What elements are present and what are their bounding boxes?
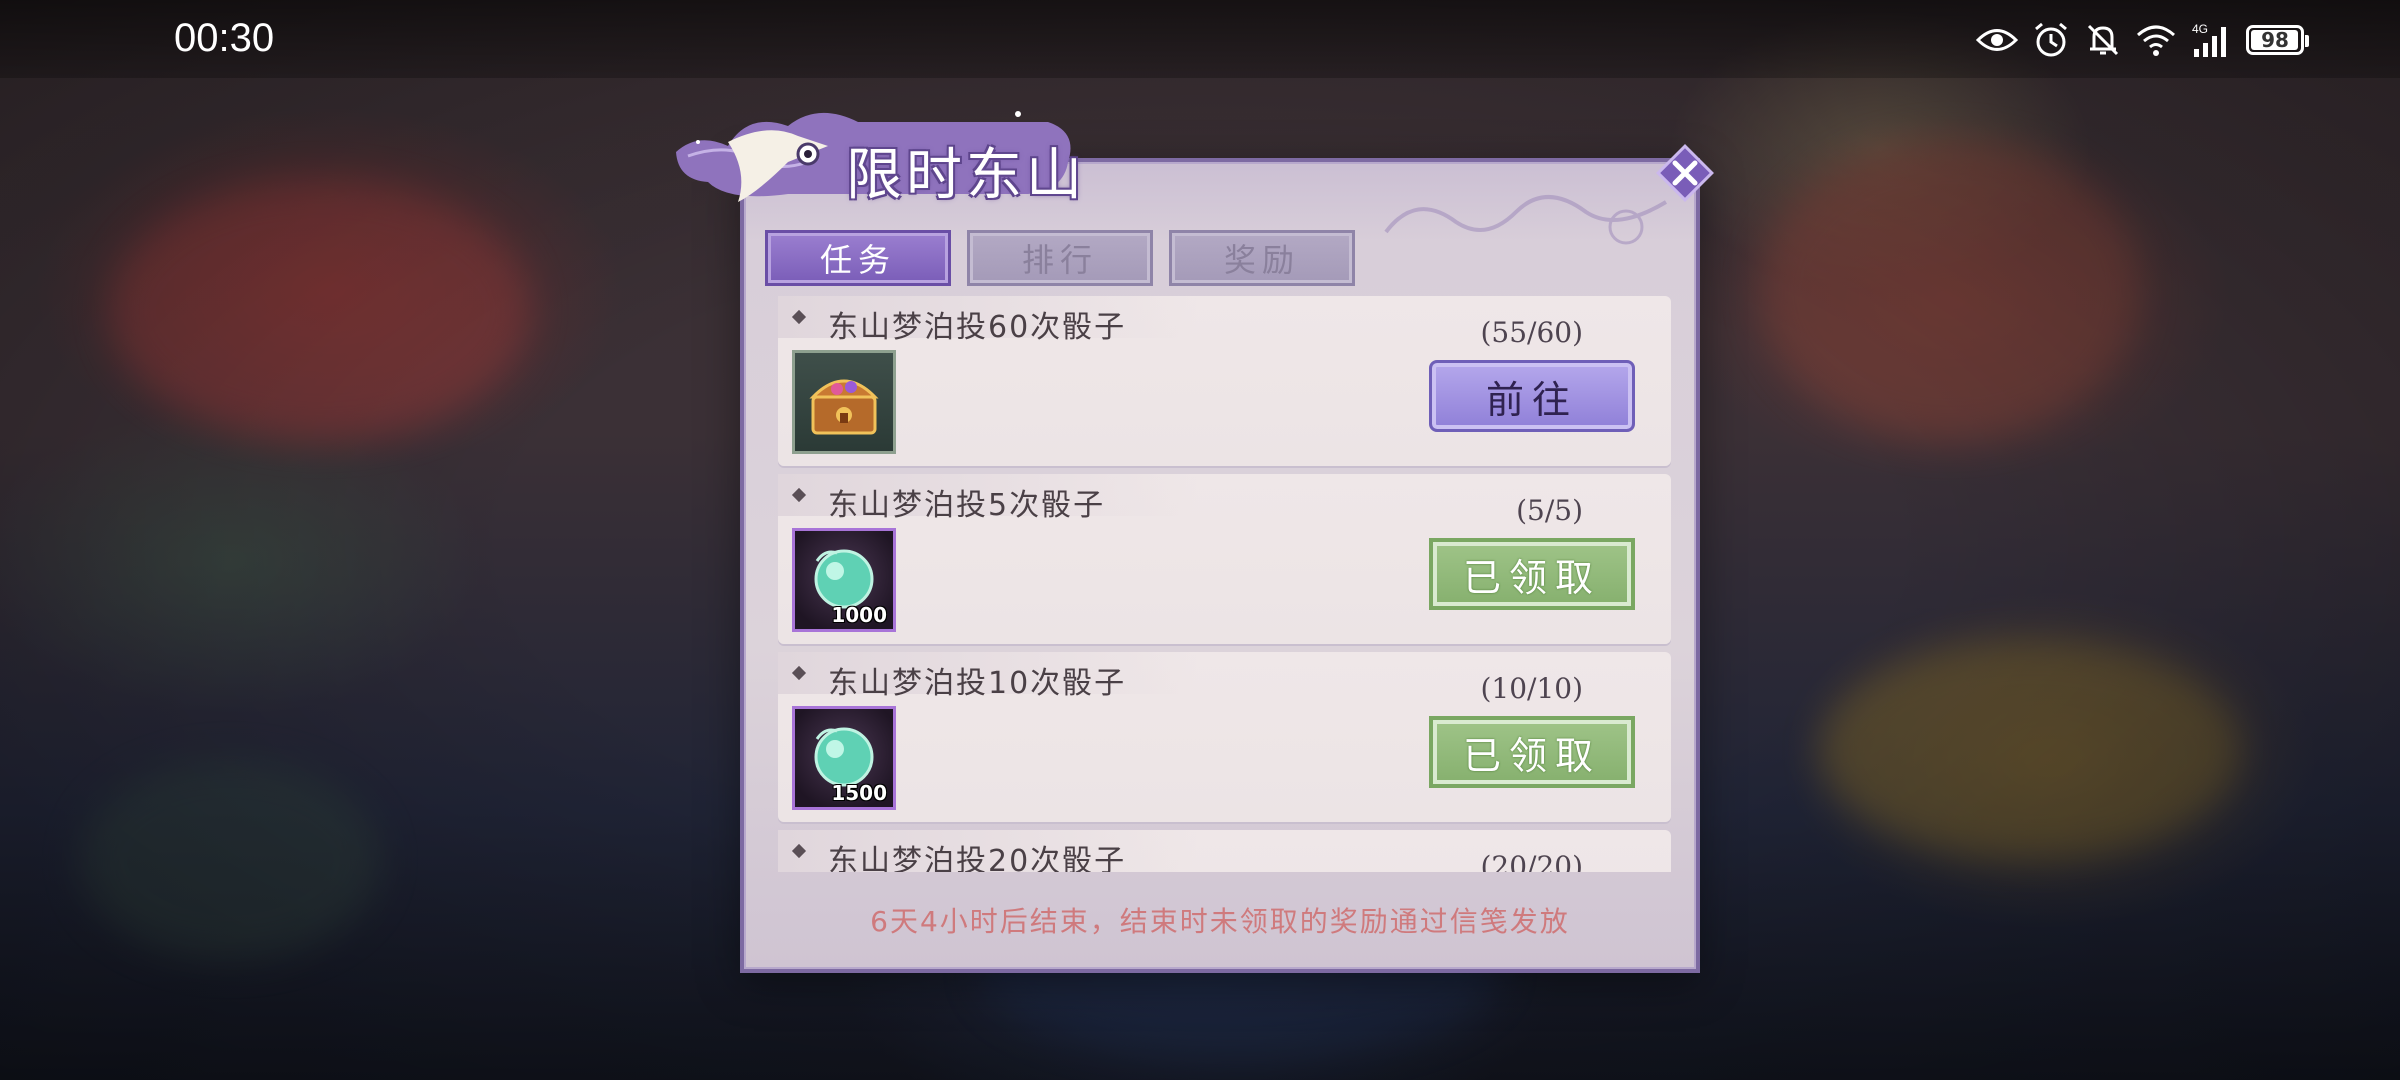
close-button[interactable] bbox=[1652, 140, 1718, 206]
tab-tasks[interactable]: 任务 bbox=[765, 230, 951, 286]
eye-icon bbox=[1976, 29, 2018, 51]
battery-indicator: 98 bbox=[2246, 25, 2309, 55]
task-title: 东山梦泊投60次骰子 bbox=[828, 310, 1127, 345]
cloud-pattern-decoration bbox=[1384, 195, 1668, 245]
wifi-icon bbox=[2137, 25, 2175, 56]
task-title: 东山梦泊投10次骰子 bbox=[828, 666, 1127, 701]
tab-ranking[interactable]: 排行 bbox=[967, 230, 1153, 286]
claimed-button[interactable]: 已领取 bbox=[1429, 716, 1635, 788]
task-row: 东山梦泊投20次骰子 (20/20) bbox=[778, 830, 1671, 872]
task-progress: (5/5) bbox=[1516, 494, 1583, 527]
go-button[interactable]: 前往 bbox=[1429, 360, 1635, 432]
battery-percent: 98 bbox=[2261, 28, 2289, 52]
task-title: 东山梦泊投5次骰子 bbox=[828, 488, 1106, 523]
reward-count: 1500 bbox=[831, 781, 887, 805]
reward-item[interactable] bbox=[792, 350, 896, 454]
mute-icon bbox=[2087, 24, 2119, 56]
task-progress: (55/60) bbox=[1480, 316, 1583, 349]
reward-item[interactable]: 1500 bbox=[792, 706, 896, 810]
network-type-label: 4G bbox=[2192, 22, 2208, 36]
task-row: 东山梦泊投5次骰子 (5/5) 1000 已领取 bbox=[778, 474, 1671, 644]
tab-rewards[interactable]: 奖励 bbox=[1169, 230, 1355, 286]
dialog-title: 限时东山 bbox=[846, 143, 1086, 208]
event-end-notice: 6天4小时后结束，结束时未领取的奖励通过信笺发放 bbox=[870, 905, 1570, 938]
claimed-button[interactable]: 已领取 bbox=[1429, 538, 1635, 610]
tab-bar: 任务 排行 奖励 bbox=[765, 230, 1355, 286]
signal-4g-icon: 4G bbox=[2192, 22, 2226, 57]
task-progress: (20/20) bbox=[1480, 850, 1583, 872]
task-list[interactable]: 东山梦泊投60次骰子 (55/60) 前往 东山梦泊投5次骰子 (5/5) 10… bbox=[778, 296, 1671, 872]
task-row: 东山梦泊投10次骰子 (10/10) 1500 已领取 bbox=[778, 652, 1671, 822]
reward-item[interactable]: 1000 bbox=[792, 528, 896, 632]
status-bar: 00:30 4G 98 bbox=[0, 0, 2400, 78]
dialog-title-banner: 限时东山 bbox=[668, 92, 1098, 212]
task-progress: (10/10) bbox=[1480, 672, 1583, 705]
reward-count: 1000 bbox=[831, 603, 887, 627]
status-icons: 4G 98 bbox=[1976, 18, 2309, 62]
treasure-chest-icon bbox=[809, 379, 879, 435]
status-time: 00:30 bbox=[174, 16, 275, 60]
task-row: 东山梦泊投60次骰子 (55/60) 前往 bbox=[778, 296, 1671, 466]
task-title: 东山梦泊投20次骰子 bbox=[828, 844, 1127, 872]
alarm-icon bbox=[2035, 22, 2067, 57]
